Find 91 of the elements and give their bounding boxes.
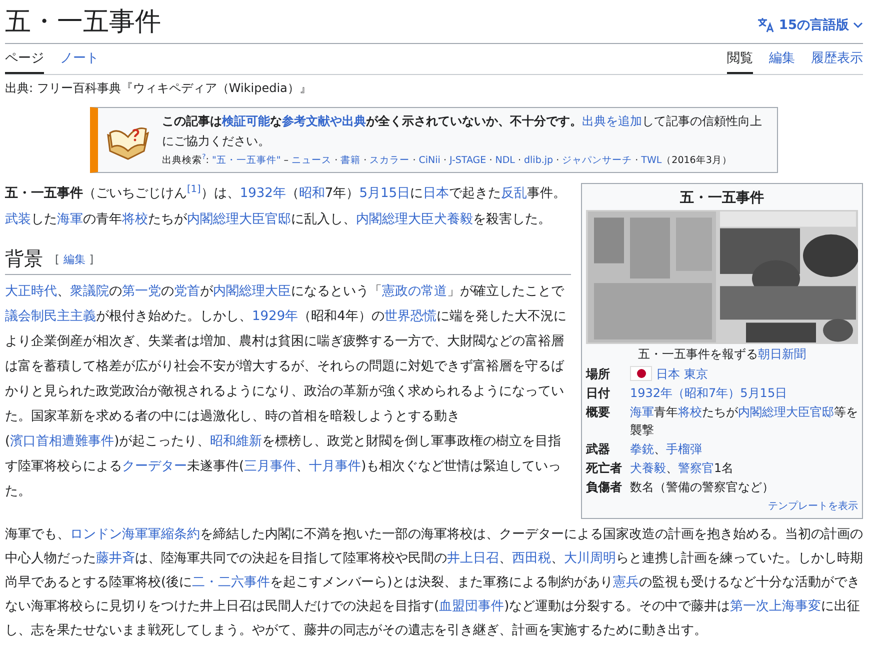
link[interactable]: 書籍 [340,154,361,166]
tab[interactable]: ページ [5,46,44,74]
link[interactable]: 武装 [5,212,31,226]
source-line: 出典: フリー百科事典『ウィキペディア（Wikipedia）』 [5,80,312,96]
link[interactable]: 海軍 [630,404,654,418]
link[interactable]: 1932年 [240,186,286,200]
link[interactable]: 手榴弾 [666,442,702,456]
link[interactable]: ジャパンサーチ [562,154,632,166]
link[interactable]: スカラー [370,154,410,166]
link[interactable]: 第一次上海事変 [730,598,822,614]
link[interactable]: [1] [187,186,201,200]
link[interactable]: 内閣総理大臣官邸 [738,404,834,418]
link[interactable]: 反乱 [501,186,528,200]
language-button[interactable]: 15の言語版 [756,16,863,35]
link[interactable]: 党首 [174,284,200,298]
source-search-line: 出典検索$^{?}$: "五・一五事件" – ニュース · 書籍 · スカラー · CiNii · J-STAGE · NDL · dlib.jp · ジャパンサーチ · TWL（2016年3月） [162,152,733,168]
link[interactable]: 大正時代 [5,284,57,298]
link[interactable]: 犬養毅 [630,460,666,474]
link[interactable]: 内閣総理大臣 [213,284,291,298]
link[interactable]: dlib.jp [524,154,554,166]
link[interactable]: 衆議院 [70,284,109,298]
link[interactable]: 警察官 [678,460,714,474]
link[interactable]: CiNii [418,154,440,166]
link[interactable]: 第一党 [122,284,161,298]
bracket: ] [89,252,94,268]
lead-paragraph: 五・一五事件（ごいちごじけん$^{[1]}$）は、1932年（昭和7年）5月15日 に 日本で起きた反乱事件。 武装 した海軍の青年将校たちが内閣総理大臣官邸に乱入し、内閣総理大臣犬養毅を殺害した。 [5,182,568,228]
infobox-label: 死亡者 [586,460,623,476]
paragraph: 大正時代、衆議院の第一党の党首が内閣総理大臣になるという「憲政の常道」が確立したことで 議会制民主主義が根付き始めた。しかし、1929年（昭和4年）の世界恐慌に端を発した大不況により企業倒産が相次ぎ、失業者は増加、農村は貧困に喘ぎ疲弊する一方で、大財閥などの富裕層は富を蓄積して格差が広がり社会不安が増大するが、それらの問題に対処できず富裕層を守るばかりと見られた政党政治が敵視されるようになり、政治の革新が強く求められるようになっていた。国家革新を求める者の中には過激化し、時の首相を暗殺しようとする動き(濱口首相遭難事件)が起こったり、昭和維新を標榜し、政党と財閥を倒し軍事政権の樹立を目指す陸軍将校らによる クーデター未遂事件(三月事件、十月事件)も相次ぐなど世情は緊迫していった。 [5,282,568,500]
link[interactable]: 出典を追加 [582,114,642,128]
link[interactable]: ? [202,154,206,166]
edit-link[interactable]: 編集 [63,252,86,268]
infobox-label: 武器 [586,440,611,458]
link[interactable]: NDL [495,154,515,166]
tab[interactable]: 閲覧 [727,46,753,74]
link[interactable]: 世界恐慌 [384,308,436,324]
tab[interactable]: ノート [60,46,99,74]
tab[interactable]: 編集 [769,46,795,74]
tab[interactable]: 履歴表示 [811,46,863,74]
link[interactable]: 濱口首相遭難事件 [10,434,114,448]
link[interactable]: 二・二六事件 [192,574,270,590]
infobox-value: 海軍青年将校たちが内閣総理大臣官邸等を襲撃 [630,404,858,438]
link[interactable]: クーデター [122,458,187,474]
page-title: 五・一五事件 [5,6,161,39]
link[interactable]: 昭和維新 [210,434,262,448]
notice-text: この記事は検証可能な参考文献や出典が全く示されていないか、不十分です。出典を追加 して記事の信頼性向上にご協力ください。 [162,112,763,150]
link[interactable]: "五・一五事件" [212,154,281,166]
link[interactable]: ニュース [292,154,332,166]
infobox-title: 五・一五事件 [679,188,765,208]
paragraph: 海軍でも、ロンドン海軍軍縮条約を締結した内閣に不満を抱いた一部の海軍将校は、クーデターによる国家改造の計画を抱き始める。当初の計画の中心人物だった藤井斉は、陸海軍共同での決起を目指して陸軍将校や民間の井上日召、西田税、大川周明 らと連携し計画を練っていた。しかし時期尚早であるとする陸軍将校(後に二・二六事件を起こすメンバーら)とは決裂、また軍務による制約があり 憲兵の監視も受けるなど十分な活動ができない海軍将校らに見切りをつけた井上日召は民間人だけでの決起を目指す(血盟団事件)など運動は分裂する。その中で藤井は第一次上海事変に出征し、志を果たせないまま戦死してしまう。やがて、藤井の同志がその遺志を引き継ぎ、計画を実施するために動き出す。 [5,526,863,640]
link[interactable]: 昭和 [298,186,325,200]
link[interactable]: 三月事件 [244,458,296,474]
link[interactable]: 西田税 [512,550,551,566]
link[interactable]: TWL [641,154,662,166]
link[interactable]: 拳銃 [630,442,654,456]
translate-icon [756,17,775,34]
infobox-label: 日付 [586,384,611,402]
link[interactable]: 大川周明 [564,550,616,566]
link[interactable]: 朝日新聞 [758,346,806,360]
infobox-value: 拳銃、手榴弾 [630,440,702,458]
link[interactable]: 海軍 [57,212,83,226]
link[interactable]: 将校 [122,212,148,226]
link[interactable]: ロンドン海軍軍縮条約 [70,526,200,542]
link[interactable]: 日本 [656,364,680,382]
bracket: [ [55,252,60,268]
infobox-label: 場所 [586,366,611,382]
link[interactable]: 十月事件 [309,458,362,474]
chevron-down-icon [853,22,863,29]
link[interactable]: 1932年（昭和7年）5月15日 [630,386,788,400]
section-heading: 背景 [5,246,43,272]
infobox-value: 犬養毅、警察官1名 [630,460,734,476]
link[interactable]: 議会制民主主義 [5,308,96,324]
link[interactable]: 内閣総理大臣官邸 [187,212,291,226]
link[interactable]: 井上日召 [447,550,499,566]
link[interactable]: 日本 [423,186,450,200]
link[interactable]: 藤井斉 [96,550,135,566]
link[interactable]: 憲政の常道 [382,284,447,298]
infobox-label: 概要 [586,404,611,420]
link[interactable]: 将校 [678,404,702,418]
link[interactable]: 検証可能 [222,114,270,128]
link[interactable]: J-STAGE [449,154,486,166]
link[interactable]: 1929年 [252,308,298,324]
image-caption: 五・一五事件を報ずる朝日新聞 [637,346,807,362]
link[interactable]: 内閣総理大臣犬養毅 [356,212,473,226]
link[interactable]: 東京 [684,364,708,382]
infobox-label: 負傷者 [586,478,623,496]
link[interactable]: 参考文献や出典 [282,114,366,128]
link[interactable]: 血盟団事件 [439,598,504,614]
view-template-link[interactable]: テンプレートを表示 [768,500,858,512]
infobox-value: 数名（警備の警察官など） [630,478,774,496]
link[interactable]: 憲兵 [613,574,640,590]
link[interactable]: 5月15日 [359,186,410,200]
